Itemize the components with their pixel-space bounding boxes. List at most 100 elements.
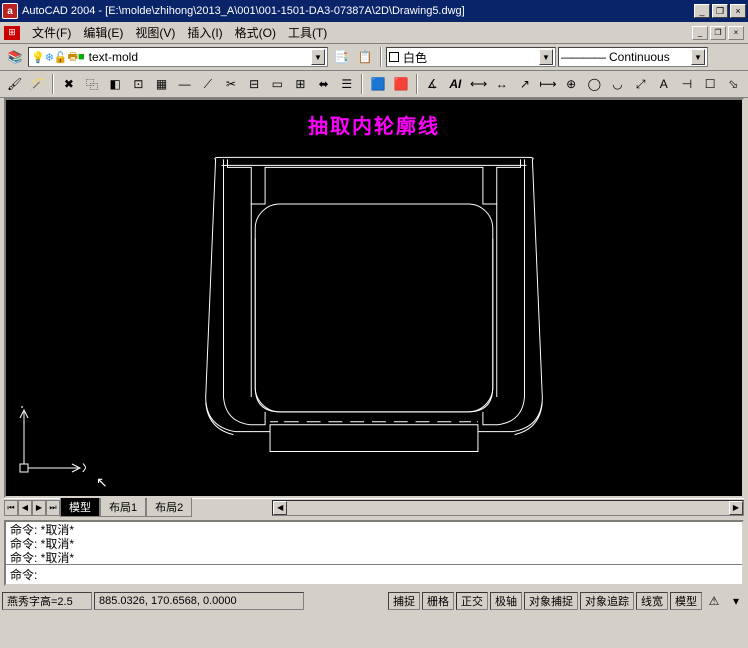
tab-nav-first[interactable]: ⏮ (4, 500, 18, 516)
tool-erase[interactable]: ✖ (58, 73, 79, 95)
command-prompt: 命令: (10, 566, 37, 583)
tab-model[interactable]: 模型 (60, 498, 100, 517)
tool-leader[interactable]: ↗ (514, 73, 535, 95)
tool-array2[interactable]: ⊞ (290, 73, 311, 95)
tool-arrow[interactable]: ⤢ (630, 73, 651, 95)
layer-prev-button[interactable]: 📑 (330, 46, 352, 68)
drawing-canvas[interactable]: 抽取内轮廓线 Y X ↖ (4, 98, 744, 498)
dropdown-icon[interactable]: ▼ (691, 49, 705, 65)
tool-trim[interactable]: ✂ (220, 73, 241, 95)
toggle-snap[interactable]: 捕捉 (388, 592, 420, 610)
tool-mirror[interactable]: ◧ (105, 73, 126, 95)
status-left: 燕秀字高=2.5 (2, 592, 92, 610)
layer-states-button[interactable]: 📋 (354, 46, 376, 68)
menu-file[interactable]: 文件(F) (26, 22, 77, 43)
tool-dim2[interactable]: ⊣ (676, 73, 697, 95)
tab-nav-next[interactable]: ▶ (32, 500, 46, 516)
minimize-button[interactable]: _ (694, 4, 710, 18)
layout-tab-bar: ⏮ ◀ ▶ ⏭ 模型 布局1 布局2 ◀ ▶ (4, 498, 744, 516)
tool-rect[interactable]: ▭ (267, 73, 288, 95)
dropdown-icon[interactable]: ▼ (311, 49, 325, 65)
layer-combo[interactable]: 💡❄🔓🖶■ text-mold ▼ (28, 47, 328, 67)
status-bar: 燕秀字高=2.5 885.0326, 170.6568, 0.0000 捕捉 栅… (0, 590, 748, 612)
tool-arc[interactable]: ◡ (607, 73, 628, 95)
tray-menu-icon[interactable]: ▾ (726, 594, 746, 608)
tool-stretch[interactable]: ⬌ (313, 73, 334, 95)
status-coords: 885.0326, 170.6568, 0.0000 (94, 592, 304, 610)
tool-dim-align[interactable]: ↔ (491, 73, 512, 95)
tray-icon[interactable]: ⚠ (704, 594, 724, 608)
toggle-polar[interactable]: 极轴 (490, 592, 522, 610)
color-name: 白色 (403, 49, 427, 66)
tab-nav-last[interactable]: ⏭ (46, 500, 60, 516)
layer-name: text-mold (89, 50, 138, 64)
tool-box[interactable]: ☐ (700, 73, 721, 95)
toggle-grid[interactable]: 栅格 (422, 592, 454, 610)
tab-nav-prev[interactable]: ◀ (18, 500, 32, 516)
dropdown-icon[interactable]: ▼ (539, 49, 553, 65)
tool-dim-angle[interactable]: ∡ (422, 73, 443, 95)
mdi-icon[interactable]: ⊞ (4, 26, 20, 40)
menu-edit[interactable]: 编辑(E) (77, 22, 129, 43)
tool-align[interactable]: ☰ (336, 73, 357, 95)
hscroll-track[interactable]: ◀ ▶ (272, 500, 744, 516)
tool-circle[interactable]: ◯ (584, 73, 605, 95)
toggle-lwt[interactable]: 线宽 (636, 592, 668, 610)
cursor-icon: ↖ (96, 474, 108, 491)
tool-line2[interactable]: ⟋ (197, 73, 218, 95)
tool-brush[interactable]: 🖌 (4, 73, 25, 95)
tool-color1[interactable]: 🟦 (367, 73, 388, 95)
mdi-close-button[interactable]: × (728, 26, 744, 40)
tab-layout1[interactable]: 布局1 (100, 498, 146, 517)
cmd-line: 命令: *取消* (10, 523, 738, 537)
linetype-combo[interactable]: ———— Continuous ▼ (558, 47, 708, 67)
close-button[interactable]: × (730, 4, 746, 18)
mdi-restore-button[interactable]: ❐ (710, 26, 726, 40)
command-input-row: 命令: (6, 564, 742, 584)
menu-view[interactable]: 视图(V) (129, 22, 181, 43)
ucs-icon: Y X (16, 406, 86, 476)
hscroll-left[interactable]: ◀ (273, 501, 287, 515)
linetype-preview: ———— (561, 50, 605, 64)
hscroll-right[interactable]: ▶ (729, 501, 743, 515)
linetype-name: Continuous (609, 50, 670, 64)
layer-state-icons: 💡❄🔓🖶■ (31, 48, 85, 67)
restore-button[interactable]: ❐ (712, 4, 728, 18)
svg-text:Y: Y (18, 406, 26, 411)
layer-manager-button[interactable]: 📚 (4, 46, 26, 68)
draw-modify-toolbar: 🖌 🪄 ✖ ⿻ ◧ ⊡ ▦ — ⟋ ✂ ⊟ ▭ ⊞ ⬌ ☰ 🟦 🟥 ∡ AI ⟷… (0, 71, 748, 98)
toggle-model[interactable]: 模型 (670, 592, 702, 610)
menu-format[interactable]: 格式(O) (229, 22, 282, 43)
tool-offset[interactable]: ⊡ (128, 73, 149, 95)
command-history: 命令: *取消* 命令: *取消* 命令: *取消* (6, 522, 742, 564)
app-icon: a (2, 3, 18, 19)
menu-insert[interactable]: 插入(I) (181, 22, 228, 43)
tab-layout2[interactable]: 布局2 (146, 498, 192, 517)
tool-copy[interactable]: ⿻ (81, 73, 102, 95)
tool-diag[interactable]: ⬂ (723, 73, 744, 95)
toggle-ortho[interactable]: 正交 (456, 592, 488, 610)
mdi-minimize-button[interactable]: _ (692, 26, 708, 40)
window-buttons: _ ❐ × (694, 4, 746, 18)
toggle-otrack[interactable]: 对象追踪 (580, 592, 634, 610)
menu-tools[interactable]: 工具(T) (282, 22, 333, 43)
tool-dim-lin[interactable]: ⟷ (468, 73, 489, 95)
properties-toolbar: 📚 💡❄🔓🖶■ text-mold ▼ 📑 📋 白色 ▼ ———— Contin… (0, 44, 748, 71)
cmd-line: 命令: *取消* (10, 551, 738, 564)
svg-text:X: X (82, 461, 86, 475)
tool-text2[interactable]: A (653, 73, 674, 95)
tool-text[interactable]: AI (445, 73, 466, 95)
title-bar: a AutoCAD 2004 - [E:\molde\zhihong\2013_… (0, 0, 748, 22)
tool-match[interactable]: 🪄 (27, 73, 48, 95)
tool-array[interactable]: ▦ (151, 73, 172, 95)
command-window: 命令: *取消* 命令: *取消* 命令: *取消* 命令: (4, 520, 744, 586)
tool-color2[interactable]: 🟥 (391, 73, 412, 95)
color-combo[interactable]: 白色 ▼ (386, 47, 556, 67)
window-title: AutoCAD 2004 - [E:\molde\zhihong\2013_A\… (22, 5, 694, 17)
command-input[interactable] (37, 566, 738, 583)
tool-break[interactable]: ⊟ (244, 73, 265, 95)
tool-center[interactable]: ⊕ (561, 73, 582, 95)
toggle-osnap[interactable]: 对象捕捉 (524, 592, 578, 610)
tool-dim-cont[interactable]: ⟼ (537, 73, 558, 95)
tool-line1[interactable]: — (174, 73, 195, 95)
